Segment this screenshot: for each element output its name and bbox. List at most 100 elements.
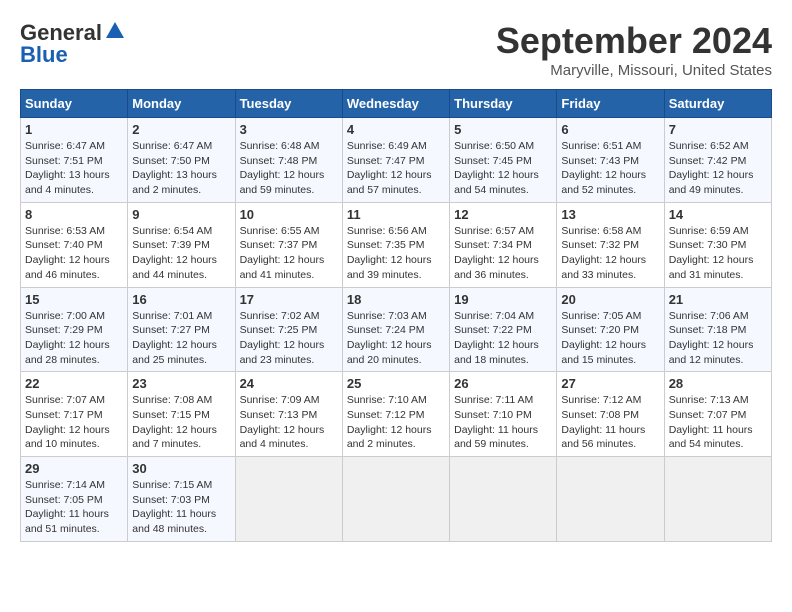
day-info: Sunrise: 6:54 AMSunset: 7:39 PMDaylight:…	[132, 224, 230, 283]
calendar-cell: 30Sunrise: 7:15 AMSunset: 7:03 PMDayligh…	[128, 457, 235, 542]
sunrise-text: Sunrise: 7:00 AM	[25, 310, 105, 322]
sunrise-text: Sunrise: 6:52 AM	[669, 140, 749, 152]
calendar-cell: 9Sunrise: 6:54 AMSunset: 7:39 PMDaylight…	[128, 202, 235, 287]
day-info: Sunrise: 6:47 AMSunset: 7:51 PMDaylight:…	[25, 139, 123, 198]
day-info: Sunrise: 6:48 AMSunset: 7:48 PMDaylight:…	[240, 139, 338, 198]
calendar-cell: 23Sunrise: 7:08 AMSunset: 7:15 PMDayligh…	[128, 372, 235, 457]
calendar-table: SundayMondayTuesdayWednesdayThursdayFrid…	[20, 89, 772, 542]
sunset-text: Sunset: 7:51 PM	[25, 155, 103, 167]
daylight-label: Daylight: 12 hours and 12 minutes.	[669, 339, 754, 366]
sunset-text: Sunset: 7:34 PM	[454, 239, 532, 251]
sunset-text: Sunset: 7:30 PM	[669, 239, 747, 251]
day-info: Sunrise: 7:13 AM Sunset: 7:07 PM Daylight:…	[669, 393, 767, 452]
sunset-text: Sunset: 7:10 PM	[454, 409, 532, 421]
sunset-text: Sunset: 7:40 PM	[25, 239, 103, 251]
sunrise-text: Sunrise: 7:15 AM	[132, 479, 212, 491]
sunrise-text: Sunrise: 7:02 AM	[240, 310, 320, 322]
calendar-cell: 18 Sunrise: 7:03 AMSunset: 7:24 PMDayligh…	[342, 287, 449, 372]
calendar-cell: 2Sunrise: 6:47 AMSunset: 7:50 PMDaylight…	[128, 118, 235, 203]
day-number: 14	[669, 207, 767, 222]
day-info: Sunrise: 7:11 AMSunset: 7:10 PMDaylight:…	[454, 393, 552, 452]
title-area: September 2024 Maryville, Missouri, Unit…	[496, 20, 772, 79]
sunrise-text: Sunrise: 7:07 AM	[25, 394, 105, 406]
sunrise-text: Sunrise: 6:56 AM	[347, 225, 427, 237]
daylight-label: Daylight: 12 hours and 7 minutes.	[132, 424, 217, 451]
sunset-text: Sunset: 7:32 PM	[561, 239, 639, 251]
calendar-week-row: 29Sunrise: 7:14 AMSunset: 7:05 PMDayligh…	[21, 457, 772, 542]
sunset-text: Sunset: 7:47 PM	[347, 155, 425, 167]
sunset-text: Sunset: 7:07 PM	[669, 409, 747, 421]
header-saturday: Saturday	[664, 90, 771, 118]
day-info: Sunrise: 7:07 AMSunset: 7:17 PMDaylight:…	[25, 393, 123, 452]
daylight-label: Daylight: 11 hours and 48 minutes.	[132, 508, 216, 535]
sunset-text: Sunset: 7:27 PM	[132, 324, 210, 336]
day-info: Sunrise: 6:57 AM Sunset: 7:34 PM Daylight:…	[454, 224, 552, 283]
sunrise-text: Sunrise: 7:12 AM	[561, 394, 641, 406]
day-info: Sunrise: 7:10 AM Sunset: 7:12 PM Daylight:…	[347, 393, 445, 452]
sunset-text: Sunset: 7:15 PM	[132, 409, 210, 421]
calendar-cell: 3 Sunrise: 6:48 AMSunset: 7:48 PMDaylight…	[235, 118, 342, 203]
day-number: 29	[25, 461, 123, 476]
day-number: 8	[25, 207, 123, 222]
day-info: Sunrise: 6:51 AMSunset: 7:43 PMDaylight:…	[561, 139, 659, 198]
calendar-week-row: 8 Sunrise: 6:53 AM Sunset: 7:40 PM Daylight…	[21, 202, 772, 287]
day-info: Sunrise: 7:03 AMSunset: 7:24 PMDaylight:…	[347, 309, 445, 368]
calendar-cell: 21Sunrise: 7:06 AMSunset: 7:18 PMDayligh…	[664, 287, 771, 372]
sunrise-text: Sunrise: 7:10 AM	[347, 394, 427, 406]
day-info: Sunrise: 6:52 AMSunset: 7:42 PMDaylight:…	[669, 139, 767, 198]
day-number: 5	[454, 122, 552, 137]
sunset-text: Sunset: 7:42 PM	[669, 155, 747, 167]
day-info: Sunrise: 6:50 AMSunset: 7:45 PMDaylight:…	[454, 139, 552, 198]
day-number: 3	[240, 122, 338, 137]
daylight-label: Daylight: 12 hours and 36 minutes.	[454, 254, 539, 281]
sunrise-text: Sunrise: 6:48 AM	[240, 140, 320, 152]
day-number: 1	[25, 122, 123, 137]
day-number: 23	[132, 376, 230, 391]
calendar-header-row: SundayMondayTuesdayWednesdayThursdayFrid…	[21, 90, 772, 118]
sunset-text: Sunset: 7:43 PM	[561, 155, 639, 167]
daylight-label: Daylight: 12 hours and 44 minutes.	[132, 254, 217, 281]
day-number: 18	[347, 292, 445, 307]
daylight-label: Daylight: 12 hours and 52 minutes.	[561, 169, 646, 196]
day-number: 13	[561, 207, 659, 222]
sunrise-text: Sunrise: 7:09 AM	[240, 394, 320, 406]
sunset-text: Sunset: 7:12 PM	[347, 409, 425, 421]
calendar-cell	[664, 457, 771, 542]
daylight-label: Daylight: 12 hours and 33 minutes.	[561, 254, 646, 281]
day-number: 12	[454, 207, 552, 222]
day-number: 19	[454, 292, 552, 307]
sunrise-text: Sunrise: 6:57 AM	[454, 225, 534, 237]
calendar-cell: 25 Sunrise: 7:10 AM Sunset: 7:12 PM Dayligh…	[342, 372, 449, 457]
sunset-text: Sunset: 7:03 PM	[132, 494, 210, 506]
day-info: Sunrise: 7:01 AMSunset: 7:27 PMDaylight:…	[132, 309, 230, 368]
sunrise-text: Sunrise: 7:14 AM	[25, 479, 105, 491]
calendar-cell: 11Sunrise: 6:56 AMSunset: 7:35 PMDayligh…	[342, 202, 449, 287]
sunrise-text: Sunrise: 7:13 AM	[669, 394, 749, 406]
daylight-label: Daylight: 12 hours and 2 minutes.	[347, 424, 432, 451]
sunrise-text: Sunrise: 7:04 AM	[454, 310, 534, 322]
page-header: General Blue September 2024 Maryville, M…	[20, 20, 772, 79]
daylight-label: Daylight: 11 hours and 54 minutes.	[669, 424, 753, 451]
daylight-label: Daylight: 12 hours and 25 minutes.	[132, 339, 217, 366]
day-number: 7	[669, 122, 767, 137]
day-number: 28	[669, 376, 767, 391]
calendar-cell: 7Sunrise: 6:52 AMSunset: 7:42 PMDaylight…	[664, 118, 771, 203]
sunset-text: Sunset: 7:25 PM	[240, 324, 318, 336]
calendar-cell	[450, 457, 557, 542]
day-info: Sunrise: 7:12 AMSunset: 7:08 PMDaylight:…	[561, 393, 659, 452]
daylight-label: Daylight: 12 hours and 59 minutes.	[240, 169, 325, 196]
day-number: 2	[132, 122, 230, 137]
calendar-cell: 27Sunrise: 7:12 AMSunset: 7:08 PMDayligh…	[557, 372, 664, 457]
sunrise-text: Sunrise: 6:58 AM	[561, 225, 641, 237]
day-number: 25	[347, 376, 445, 391]
sunrise-text: Sunrise: 6:53 AM	[25, 225, 105, 237]
calendar-cell: 17Sunrise: 7:02 AMSunset: 7:25 PMDayligh…	[235, 287, 342, 372]
calendar-week-row: 1 Sunrise: 6:47 AMSunset: 7:51 PMDaylight…	[21, 118, 772, 203]
day-number: 21	[669, 292, 767, 307]
sunrise-text: Sunrise: 7:03 AM	[347, 310, 427, 322]
daylight-label: Daylight: 12 hours and 18 minutes.	[454, 339, 539, 366]
sunrise-text: Sunrise: 7:05 AM	[561, 310, 641, 322]
sunrise-text: Sunrise: 7:11 AM	[454, 394, 533, 406]
day-info: Sunrise: 7:15 AM Sunset: 7:03 PM Daylight:…	[132, 478, 230, 537]
sunrise-text: Sunrise: 6:54 AM	[132, 225, 212, 237]
